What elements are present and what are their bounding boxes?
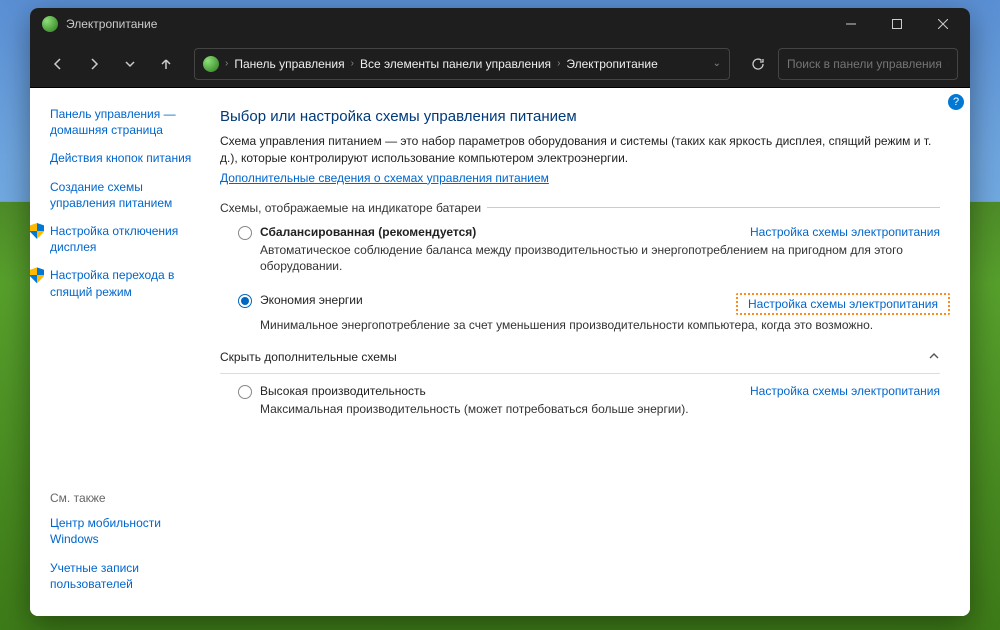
plan-name[interactable]: Высокая производительность [260, 384, 742, 398]
shield-icon [30, 223, 44, 239]
chevron-right-icon: › [225, 58, 228, 69]
collapse-label: Скрыть дополнительные схемы [220, 350, 928, 364]
help-icon[interactable]: ? [948, 94, 964, 110]
highlighted-link-box: Настройка схемы электропитания [736, 293, 950, 315]
power-plan-high-perf: Высокая производительность Настройка схе… [220, 374, 940, 426]
see-also-heading: См. также [50, 491, 202, 505]
plans-group-primary: Схемы, отображаемые на индикаторе батаре… [220, 201, 940, 342]
plans-group-title: Схемы, отображаемые на индикаторе батаре… [220, 201, 487, 215]
radio-balanced[interactable] [238, 226, 252, 240]
sidebar: Панель управления — домашняя страница Де… [30, 88, 210, 616]
sidebar-link-display-off[interactable]: Настройка отключения дисплея [50, 223, 202, 255]
chevron-up-icon [928, 350, 940, 365]
sidebar-link-button-actions[interactable]: Действия кнопок питания [50, 150, 202, 166]
configure-plan-link[interactable]: Настройка схемы электропитания [750, 384, 940, 398]
back-button[interactable] [42, 48, 74, 80]
titlebar: Электропитание [30, 8, 970, 40]
power-options-icon [42, 16, 58, 32]
content-area: ? Панель управления — домашняя страница … [30, 88, 970, 616]
window-title: Электропитание [66, 17, 828, 31]
plan-description: Автоматическое соблюдение баланса между … [260, 242, 940, 276]
search-input[interactable] [787, 57, 942, 71]
plan-name[interactable]: Сбалансированная (рекомендуется) [260, 225, 742, 239]
power-plan-saver: Экономия энергии Настройка схемы электро… [220, 283, 940, 342]
power-plan-balanced: Сбалансированная (рекомендуется) Настрой… [220, 215, 940, 284]
configure-plan-link[interactable]: Настройка схемы электропитания [748, 297, 938, 311]
breadcrumb-item[interactable]: Панель управления [234, 57, 344, 71]
shield-icon [30, 267, 44, 283]
chevron-right-icon: › [351, 58, 354, 69]
sidebar-footer-accounts[interactable]: Учетные записи пользователей [50, 560, 202, 592]
plan-name[interactable]: Экономия энергии [260, 293, 728, 307]
breadcrumb-item[interactable]: Все элементы панели управления [360, 57, 551, 71]
search-box[interactable] [778, 48, 958, 80]
radio-power-saver[interactable] [238, 294, 252, 308]
address-bar[interactable]: › Панель управления › Все элементы панел… [194, 48, 730, 80]
learn-more-link[interactable]: Дополнительные сведения о схемах управле… [220, 171, 549, 185]
intro-text: Схема управления питанием — это набор па… [220, 133, 940, 167]
up-button[interactable] [150, 48, 182, 80]
maximize-button[interactable] [874, 8, 920, 40]
page-heading: Выбор или настройка схемы управления пит… [220, 108, 940, 125]
plan-description: Минимальное энергопотребление за счет ум… [260, 317, 940, 334]
sidebar-link-sleep[interactable]: Настройка перехода в спящий режим [50, 267, 202, 299]
breadcrumb-item[interactable]: Электропитание [566, 57, 657, 71]
minimize-button[interactable] [828, 8, 874, 40]
recent-dropdown[interactable] [114, 48, 146, 80]
close-button[interactable] [920, 8, 966, 40]
address-dropdown-icon[interactable]: ⌄ [713, 58, 721, 69]
search-icon [948, 57, 949, 71]
refresh-button[interactable] [742, 48, 774, 80]
main-panel: Выбор или настройка схемы управления пит… [210, 88, 970, 616]
forward-button[interactable] [78, 48, 110, 80]
chevron-right-icon: › [557, 58, 560, 69]
radio-high-performance[interactable] [238, 385, 252, 399]
sidebar-link-create-plan[interactable]: Создание схемы управления питанием [50, 179, 202, 211]
window: Электропитание › Па [30, 8, 970, 616]
control-panel-icon [203, 56, 219, 72]
plan-description: Максимальная производительность (может п… [260, 401, 940, 418]
configure-plan-link[interactable]: Настройка схемы электропитания [750, 225, 940, 239]
sidebar-footer-mobility[interactable]: Центр мобильности Windows [50, 515, 202, 547]
navbar: › Панель управления › Все элементы панел… [30, 40, 970, 88]
sidebar-link-home[interactable]: Панель управления — домашняя страница [50, 106, 202, 138]
toggle-additional-plans[interactable]: Скрыть дополнительные схемы [220, 342, 940, 374]
